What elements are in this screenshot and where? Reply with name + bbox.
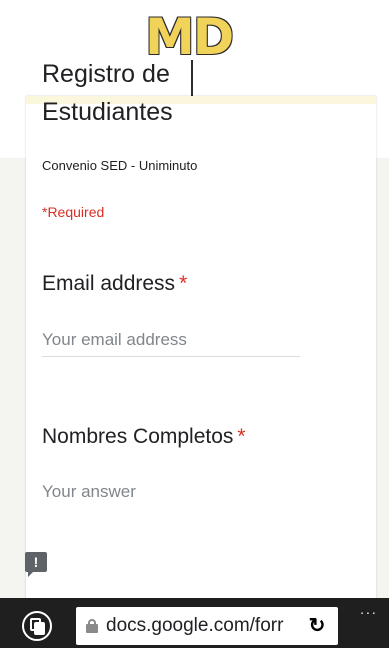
lock-icon <box>86 619 98 633</box>
form-description: Convenio SED - Uniminuto <box>42 158 198 173</box>
email-input[interactable]: Your email address <box>42 330 300 357</box>
form-card <box>26 96 376 648</box>
address-bar[interactable]: docs.google.com/forr ↻ <box>76 607 338 645</box>
reload-icon[interactable]: ↻ <box>306 615 328 637</box>
tabs-icon-front-square <box>34 622 45 635</box>
form-title: Registro de Estudiantes <box>42 60 173 126</box>
question-label: Nombres Completos <box>42 425 234 448</box>
page: MD Registro de Estudiantes Convenio SED … <box>0 0 389 648</box>
full-name-input[interactable]: Your answer <box>42 482 300 508</box>
more-icon[interactable]: ... <box>354 601 384 617</box>
required-star: * <box>179 272 188 295</box>
required-note: *Required <box>42 204 105 220</box>
question-label: Email address <box>42 272 176 295</box>
feedback-icon[interactable]: ! <box>25 552 47 577</box>
url-text[interactable]: docs.google.com/forr <box>106 615 306 637</box>
tabs-icon[interactable] <box>22 611 52 641</box>
question-title-email: Email address * <box>42 272 187 296</box>
required-star: * <box>237 425 246 448</box>
question-title-full-name: Nombres Completos * <box>42 425 246 449</box>
